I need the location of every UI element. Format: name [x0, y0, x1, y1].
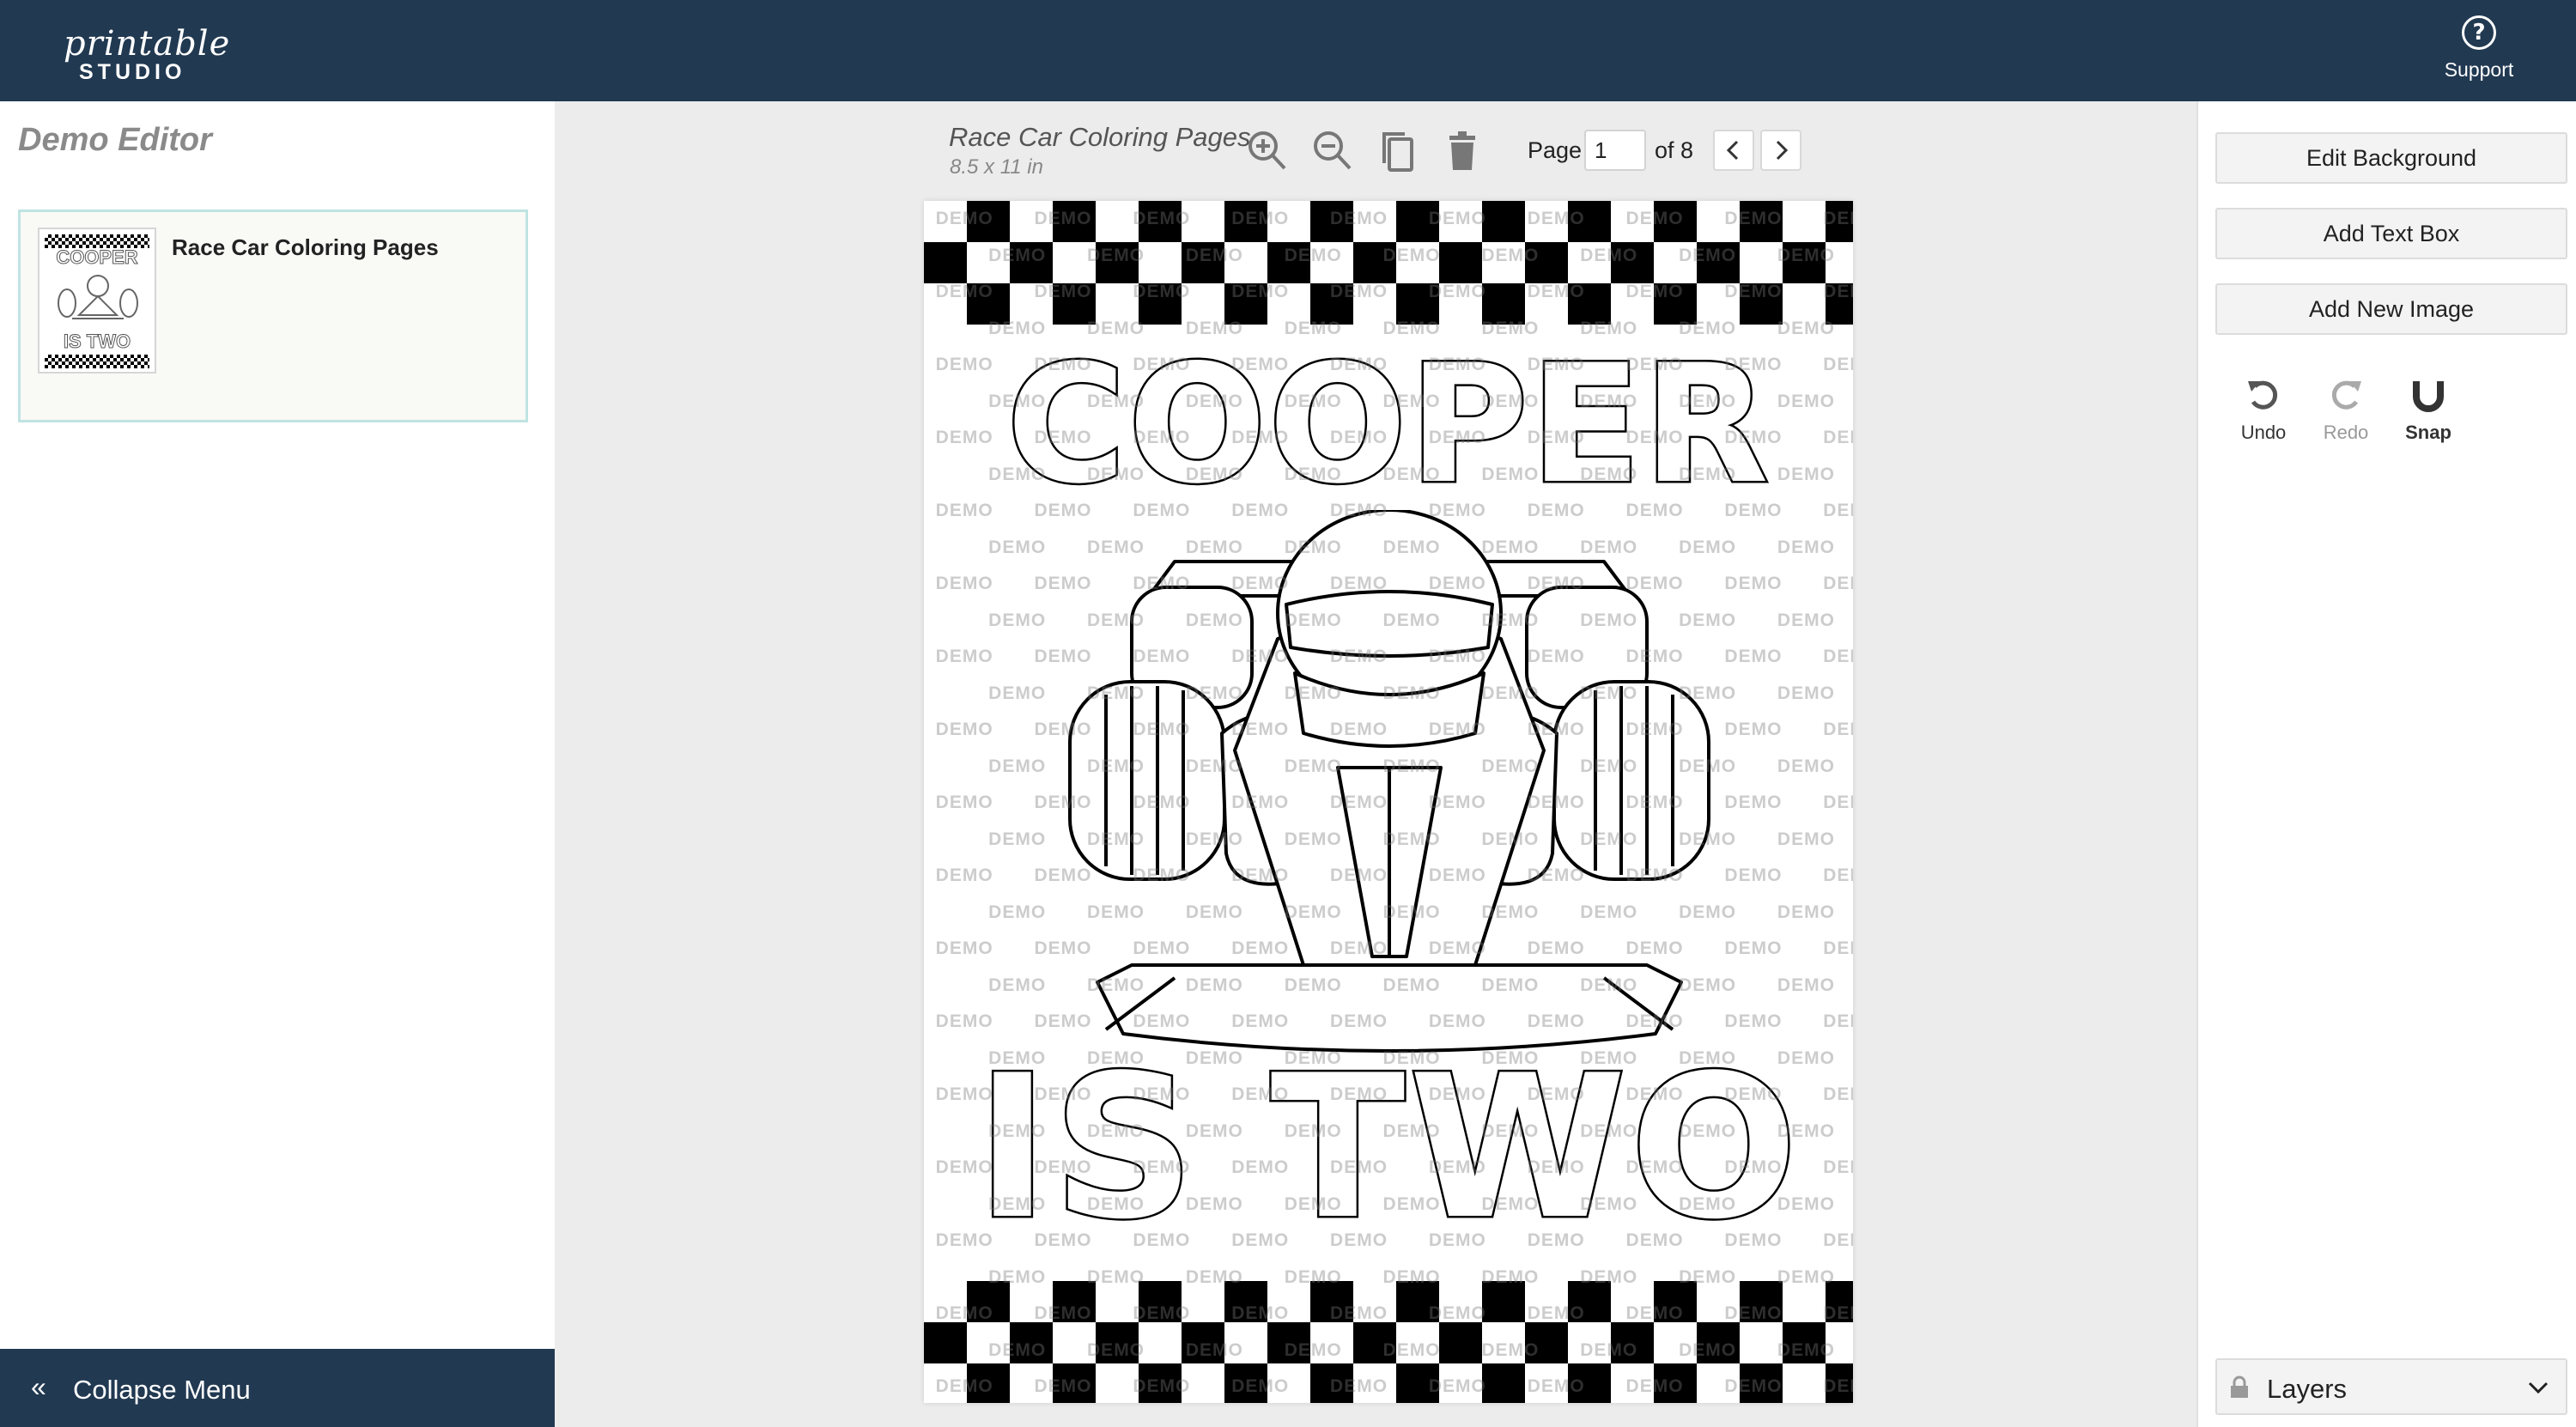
add-new-image-button[interactable]: Add New Image	[2215, 283, 2567, 335]
layers-label: Layers	[2267, 1374, 2348, 1404]
snap-button[interactable]: Snap	[2394, 374, 2463, 444]
top-bar: printable STUDIO ? Support	[0, 0, 2576, 101]
canvas-page[interactable]: COOPER IS TWO DEMO DEMO DEMO DEMO DEMO D…	[924, 201, 1853, 1403]
thumbnail-car-icon	[58, 275, 138, 319]
race-car-image[interactable]	[994, 510, 1784, 1060]
canvas-text-cooper[interactable]: COOPER	[924, 328, 1853, 522]
project-name: Race Car Coloring Pages	[172, 234, 439, 260]
redo-icon	[2331, 380, 2361, 410]
thumbnail-checker-bottom	[45, 355, 149, 368]
document-size: 8.5 x 11 in	[950, 155, 1043, 179]
collapse-menu-button[interactable]: « Collapse Menu	[0, 1349, 555, 1427]
thumbnail-title-bottom: IS TWO	[63, 331, 131, 353]
undo-button[interactable]: Undo	[2229, 374, 2298, 444]
page-number-input[interactable]	[1584, 130, 1646, 171]
right-panel: Edit Background Add Text Box Add New Ima…	[2196, 101, 2576, 1427]
chevron-left-icon	[1726, 140, 1739, 161]
magnet-icon	[2413, 381, 2444, 412]
previous-page-button[interactable]	[1713, 130, 1754, 171]
logo-script-text: printable	[64, 24, 231, 64]
snap-label: Snap	[2405, 422, 2451, 443]
zoom-out-icon[interactable]	[1310, 127, 1355, 175]
left-sidebar: Demo Editor COOPER IS TWO Race Car Color…	[0, 101, 555, 1427]
undo-icon	[2248, 380, 2278, 410]
thumbnail-title-top: COOPER	[56, 246, 138, 269]
undo-label: Undo	[2240, 422, 2287, 443]
lock-icon	[2231, 1375, 2248, 1398]
chevron-right-icon	[1776, 140, 1789, 161]
page-label: Page	[1528, 137, 1583, 163]
project-thumbnail[interactable]: COOPER IS TWO	[38, 228, 156, 373]
layers-dropdown[interactable]: Layers	[2215, 1358, 2567, 1415]
add-text-box-button[interactable]: Add Text Box	[2215, 208, 2567, 259]
support-button[interactable]: ? Support	[2423, 15, 2535, 82]
collapse-menu-label: Collapse Menu	[73, 1375, 251, 1405]
chevron-down-icon	[2528, 1381, 2549, 1394]
page-total: of 8	[1655, 137, 1694, 163]
logo-studio-text: STUDIO	[79, 60, 186, 84]
project-card[interactable]: COOPER IS TWO Race Car Coloring Pages	[18, 209, 528, 422]
checkered-flag-bottom[interactable]	[924, 1281, 1853, 1403]
help-circle-icon: ?	[2462, 15, 2496, 50]
document-title: Race Car Coloring Pages	[949, 122, 1251, 152]
checkered-flag-top[interactable]	[924, 201, 1853, 325]
double-chevron-left-icon: «	[31, 1371, 46, 1402]
edit-background-button[interactable]: Edit Background	[2215, 132, 2567, 184]
support-label: Support	[2444, 58, 2514, 81]
redo-button[interactable]: Redo	[2312, 374, 2380, 444]
canvas-text-is-two[interactable]: IS TWO	[924, 1032, 1853, 1266]
next-page-button[interactable]	[1760, 130, 1801, 171]
zoom-in-icon[interactable]	[1245, 127, 1290, 175]
trash-icon[interactable]	[1441, 127, 1485, 175]
editor-title: Demo Editor	[18, 122, 212, 158]
redo-label: Redo	[2323, 422, 2369, 443]
printable-studio-logo[interactable]: printable STUDIO	[57, 24, 229, 84]
duplicate-icon[interactable]	[1376, 127, 1420, 175]
